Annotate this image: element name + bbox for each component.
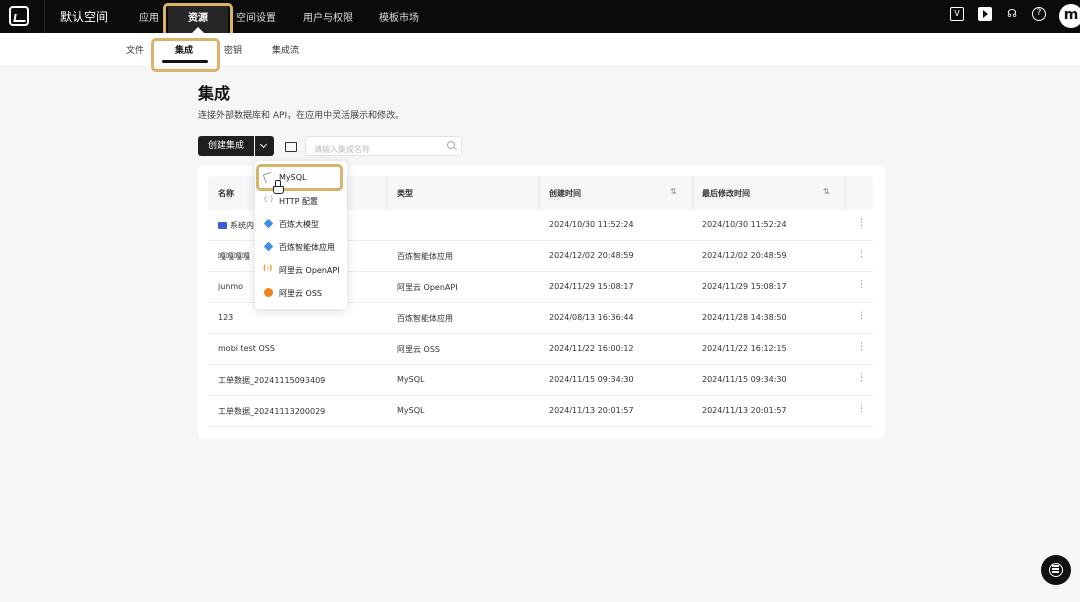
row-type: 阿里云 OpenAPI xyxy=(397,283,458,292)
row-type: 阿里云 OSS xyxy=(397,345,440,354)
aliyun-openapi-icon: (-) xyxy=(263,264,273,272)
headset-icon[interactable]: ☊ xyxy=(1005,7,1019,21)
row-modified: 2024/11/13 20:01:57 xyxy=(702,406,787,415)
search-input[interactable] xyxy=(306,140,441,159)
column-divider xyxy=(539,176,540,210)
more-options-icon[interactable]: ⋮ xyxy=(857,280,866,290)
sort-icon[interactable]: ⇅ xyxy=(823,187,830,196)
row-modified: 2024/10/30 11:52:24 xyxy=(702,220,787,229)
play-icon[interactable] xyxy=(978,7,992,21)
row-modified: 2024/11/15 09:34:30 xyxy=(702,375,787,384)
more-options-icon[interactable]: ⋮ xyxy=(857,373,866,383)
row-created: 2024/11/29 15:08:17 xyxy=(549,282,634,291)
menu-item-bailian-model[interactable]: 百炼大模型 xyxy=(255,212,347,235)
row-created: 2024/10/30 11:52:24 xyxy=(549,220,634,229)
tab-files[interactable]: 文件 xyxy=(126,43,144,56)
menu-item-label: 阿里云 OpenAPI xyxy=(279,266,340,275)
menu-item-http-config[interactable]: {·} HTTP 配置 xyxy=(255,189,347,212)
row-created: 2024/11/15 09:34:30 xyxy=(549,375,634,384)
menu-item-label: HTTP 配置 xyxy=(279,197,319,206)
help-icon[interactable]: ? xyxy=(1032,7,1046,21)
http-icon: {·} xyxy=(263,195,275,203)
more-options-icon[interactable]: ⋮ xyxy=(857,218,866,228)
active-tab-underline xyxy=(162,60,208,63)
bailian-agent-icon xyxy=(263,241,274,252)
menu-item-label: 百炼大模型 xyxy=(279,220,319,229)
create-integration-menu: MySQL {·} HTTP 配置 百炼大模型 百炼智能体应用 (-) 阿里云 … xyxy=(255,161,347,309)
tab-secrets[interactable]: 密钥 xyxy=(224,43,242,56)
menu-item-aliyun-oss[interactable]: 阿里云 OSS xyxy=(255,281,347,304)
more-options-icon[interactable]: ⋮ xyxy=(857,249,866,259)
v-badge-icon[interactable]: V xyxy=(950,7,964,21)
row-type: MySQL xyxy=(397,406,425,415)
topnav-apps[interactable]: 应用 xyxy=(139,9,159,24)
column-header-created: 创建时间 xyxy=(549,189,581,198)
table-row[interactable]: 工单数据_20241115093409 MySQL 2024/11/15 09:… xyxy=(208,365,873,396)
page-description: 连接外部数据库和 API，在应用中灵活展示和修改。 xyxy=(198,111,405,121)
folder-icon xyxy=(218,222,227,229)
tab-integration-flows[interactable]: 集成流 xyxy=(272,43,299,56)
row-created: 2024/12/02 20:48:59 xyxy=(549,251,634,260)
hand-cursor-icon xyxy=(273,180,284,194)
row-type: 百炼智能体应用 xyxy=(397,252,453,261)
chat-support-icon[interactable] xyxy=(1041,555,1071,585)
column-divider xyxy=(692,176,693,210)
more-options-icon[interactable]: ⋮ xyxy=(857,342,866,352)
topnav-space-settings[interactable]: 空间设置 xyxy=(236,9,276,24)
row-name: 工单数据_20241115093409 xyxy=(218,376,326,385)
topnav-resources[interactable]: 资源 xyxy=(168,3,228,33)
row-name-text: 系统内 xyxy=(230,221,254,230)
row-name: mobi test OSS xyxy=(218,344,275,353)
topnav-users-permissions[interactable]: 用户与权限 xyxy=(303,9,353,24)
search-box xyxy=(305,136,462,159)
row-name: 工单数据_20241113200029 xyxy=(218,407,326,416)
topnav-template-market[interactable]: 模板市场 xyxy=(379,9,419,24)
row-name: 嘎嘎嘎嘎 xyxy=(218,252,250,261)
menu-item-label: MySQL xyxy=(279,173,307,182)
bailian-model-icon xyxy=(263,218,274,229)
sort-icon[interactable]: ⇅ xyxy=(670,187,677,196)
menu-item-label: 阿里云 OSS xyxy=(279,289,322,298)
column-divider xyxy=(845,176,846,210)
row-created: 2024/11/13 20:01:57 xyxy=(549,406,634,415)
menu-item-bailian-agent[interactable]: 百炼智能体应用 xyxy=(255,235,347,258)
app-logo-icon[interactable] xyxy=(9,6,29,26)
menu-item-label: 百炼智能体应用 xyxy=(279,243,335,252)
search-icon[interactable] xyxy=(447,141,455,149)
space-name[interactable]: 默认空间 xyxy=(60,8,108,25)
tab-integrations[interactable]: 集成 xyxy=(175,43,193,56)
create-integration-button[interactable]: 创建集成 xyxy=(198,136,254,156)
menu-item-aliyun-openapi[interactable]: (-) 阿里云 OpenAPI xyxy=(255,258,347,281)
row-modified: 2024/12/02 20:48:59 xyxy=(702,251,787,260)
topnav-resources-label: 资源 xyxy=(188,13,208,24)
table-row[interactable]: mobi test OSS 阿里云 OSS 2024/11/22 16:00:1… xyxy=(208,334,873,365)
more-options-icon[interactable]: ⋮ xyxy=(857,311,866,321)
row-type: 百炼智能体应用 xyxy=(397,314,453,323)
row-modified: 2024/11/22 16:12:15 xyxy=(702,344,787,353)
row-type: MySQL xyxy=(397,375,425,384)
top-bar: 默认空间 应用 资源 空间设置 用户与权限 模板市场 V ☊ ? m xyxy=(0,0,1080,33)
column-header-modified: 最后修改时间 xyxy=(702,189,750,198)
avatar[interactable]: m xyxy=(1059,4,1080,28)
row-name: 系统内 xyxy=(218,220,254,231)
more-options-icon[interactable]: ⋮ xyxy=(857,404,866,414)
divider xyxy=(44,0,45,33)
create-dropdown-toggle[interactable] xyxy=(255,136,274,156)
row-name: junmo xyxy=(218,282,244,291)
row-name: 123 xyxy=(218,313,234,322)
page-title: 集成 xyxy=(198,84,231,103)
row-modified: 2024/11/29 15:08:17 xyxy=(702,282,787,291)
new-folder-icon[interactable] xyxy=(280,136,300,156)
row-created: 2024/11/22 16:00:12 xyxy=(549,344,634,353)
column-header-name: 名称 xyxy=(218,189,234,198)
row-modified: 2024/11/28 14:38:50 xyxy=(702,313,787,322)
aliyun-oss-icon xyxy=(264,288,273,297)
row-created: 2024/08/13 16:36:44 xyxy=(549,313,634,322)
column-header-type: 类型 xyxy=(397,189,413,198)
table-row[interactable]: 工单数据_20241113200029 MySQL 2024/11/13 20:… xyxy=(208,396,873,427)
column-divider xyxy=(386,176,387,210)
menu-item-mysql[interactable]: MySQL xyxy=(255,166,347,189)
